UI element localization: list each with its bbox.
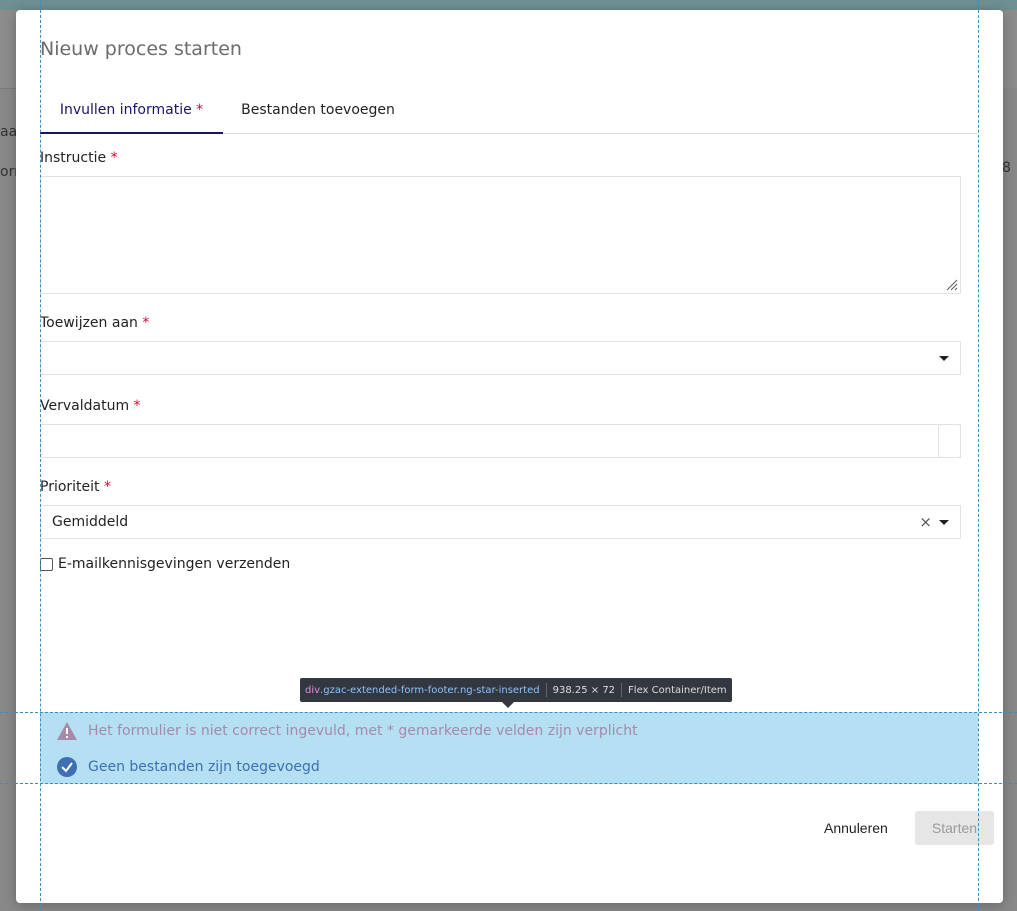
prioriteit-label: Prioriteit *: [40, 479, 111, 495]
label-text: Vervaldatum: [40, 398, 130, 414]
required-mark: *: [196, 102, 204, 118]
tooltip-tag: div: [305, 684, 321, 696]
instructie-label: Instructie *: [40, 150, 118, 166]
tab-invullen-informatie[interactable]: Invullen informatie *: [40, 88, 223, 134]
files-info: Geen bestanden zijn toegevoegd: [56, 756, 320, 778]
required-mark: *: [142, 315, 150, 331]
validation-warning: Het formulier is niet correct ingevuld, …: [56, 720, 638, 742]
toewijzen-label: Toewijzen aan *: [40, 315, 149, 331]
required-mark: *: [110, 150, 118, 166]
start-button[interactable]: Starten: [915, 811, 994, 845]
background-right-text: 8: [1002, 160, 1011, 176]
tab-bestanden-toevoegen[interactable]: Bestanden toevoegen: [235, 88, 401, 134]
devtools-guide-bottom: [0, 783, 1017, 784]
email-notification-checkbox[interactable]: [40, 557, 53, 571]
background-sidebar-text-1: aad: [0, 124, 16, 140]
instructie-textarea[interactable]: [40, 176, 961, 294]
checkbox-label: E-mailkennisgevingen verzenden: [58, 556, 291, 572]
background-sidebar-text-2: orra: [0, 164, 16, 180]
tab-bar: Invullen informatie * Bestanden toevoege…: [40, 88, 978, 134]
info-text: Geen bestanden zijn toegevoegd: [88, 759, 320, 775]
resize-grip-icon[interactable]: [946, 279, 958, 291]
tooltip-arrow-icon: [502, 702, 514, 708]
cancel-button[interactable]: Annuleren: [814, 811, 898, 845]
label-text: Instructie: [40, 150, 107, 166]
tab-label: Invullen informatie: [59, 102, 192, 118]
dialog-title: Nieuw proces starten: [40, 38, 242, 60]
required-mark: *: [104, 479, 111, 495]
background-header: [0, 0, 1017, 10]
chevron-down-icon[interactable]: [939, 356, 949, 361]
tooltip-dimensions: 938.25 × 72: [552, 684, 616, 696]
devtools-guide-right: [978, 0, 979, 911]
tooltip-separator: [545, 683, 547, 697]
devtools-guide-top: [0, 712, 1017, 713]
label-text: Prioriteit: [40, 479, 100, 495]
tooltip-kind: Flex Container/Item: [628, 684, 727, 696]
tooltip-separator: [621, 683, 623, 697]
check-circle-icon: [57, 757, 77, 777]
select-value: Gemiddeld: [52, 514, 129, 530]
devtools-element-tooltip: div .gzac-extended-form-footer.ng-star-in…: [300, 678, 732, 702]
calendar-button[interactable]: [938, 424, 961, 458]
chevron-down-icon[interactable]: [939, 520, 949, 525]
required-mark: *: [133, 398, 141, 414]
warning-icon: [57, 722, 77, 740]
warning-text: Het formulier is niet correct ingevuld, …: [88, 723, 638, 739]
vervaldatum-input[interactable]: [40, 424, 961, 458]
start-process-dialog: Nieuw proces starten Invullen informatie…: [16, 10, 1003, 903]
tooltip-classes: .gzac-extended-form-footer.ng-star-inser…: [320, 684, 540, 696]
background-divider: [0, 88, 16, 89]
label-text: Toewijzen aan: [40, 315, 138, 331]
email-notification-option[interactable]: E-mailkennisgevingen verzenden: [40, 556, 290, 572]
vervaldatum-label: Vervaldatum *: [40, 398, 141, 414]
toewijzen-select[interactable]: [40, 341, 961, 375]
devtools-guide-left: [40, 0, 41, 911]
clear-icon[interactable]: ×: [919, 513, 932, 531]
prioriteit-select[interactable]: Gemiddeld ×: [40, 505, 961, 539]
tab-label: Bestanden toevoegen: [241, 102, 395, 118]
